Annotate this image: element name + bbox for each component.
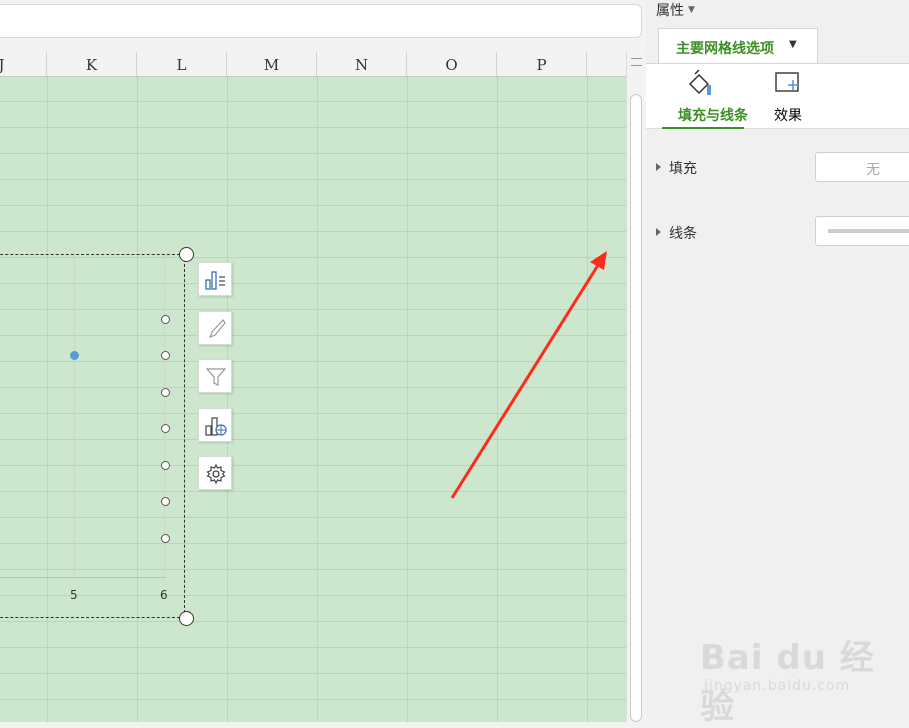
tab-major-gridline-options[interactable]: 主要网格线选项 ▼ — [658, 28, 818, 64]
expand-triangle-icon — [656, 163, 661, 171]
vertical-scrollbar[interactable] — [626, 52, 646, 722]
annotation-arrow — [450, 251, 607, 499]
chevron-down-icon[interactable]: ▼ — [789, 39, 797, 50]
watermark-url: jingyan.baidu.com — [704, 678, 851, 694]
line-dropdown[interactable] — [815, 216, 909, 246]
fill-dropdown[interactable]: 无 — [815, 152, 909, 182]
paint-bucket-icon — [688, 70, 711, 95]
subtab-bar: 填充与线条 效果 — [646, 63, 909, 129]
line-preview-swatch — [828, 229, 909, 233]
panel-title[interactable]: 属性 — [656, 0, 684, 20]
expand-triangle-icon — [656, 228, 661, 236]
line-section-label: 线条 — [669, 226, 697, 242]
active-tab-indicator — [662, 127, 744, 129]
subtab-effects[interactable]: 效果 — [748, 64, 828, 128]
tab-major-gridline-label: 主要网格线选项 — [676, 41, 774, 57]
scroll-grip-icon[interactable] — [631, 58, 642, 66]
fill-dropdown-value: 无 — [866, 162, 880, 178]
baidu-watermark: Bai du 经验 jingyan.baidu.com — [700, 620, 900, 727]
scroll-thumb[interactable] — [630, 94, 642, 722]
effects-icon — [775, 72, 799, 92]
fill-section-header[interactable]: 填充 — [656, 158, 697, 178]
properties-panel: 属性 ▼ 主要网格线选项 ▼ 填充与线条 效果 填充 无 线条 — [646, 0, 909, 722]
panel-title-caret-icon[interactable]: ▼ — [688, 5, 695, 15]
line-section-header[interactable]: 线条 — [656, 223, 697, 243]
fill-section-label: 填充 — [669, 161, 697, 177]
subtab-effects-label: 效果 — [774, 108, 802, 124]
